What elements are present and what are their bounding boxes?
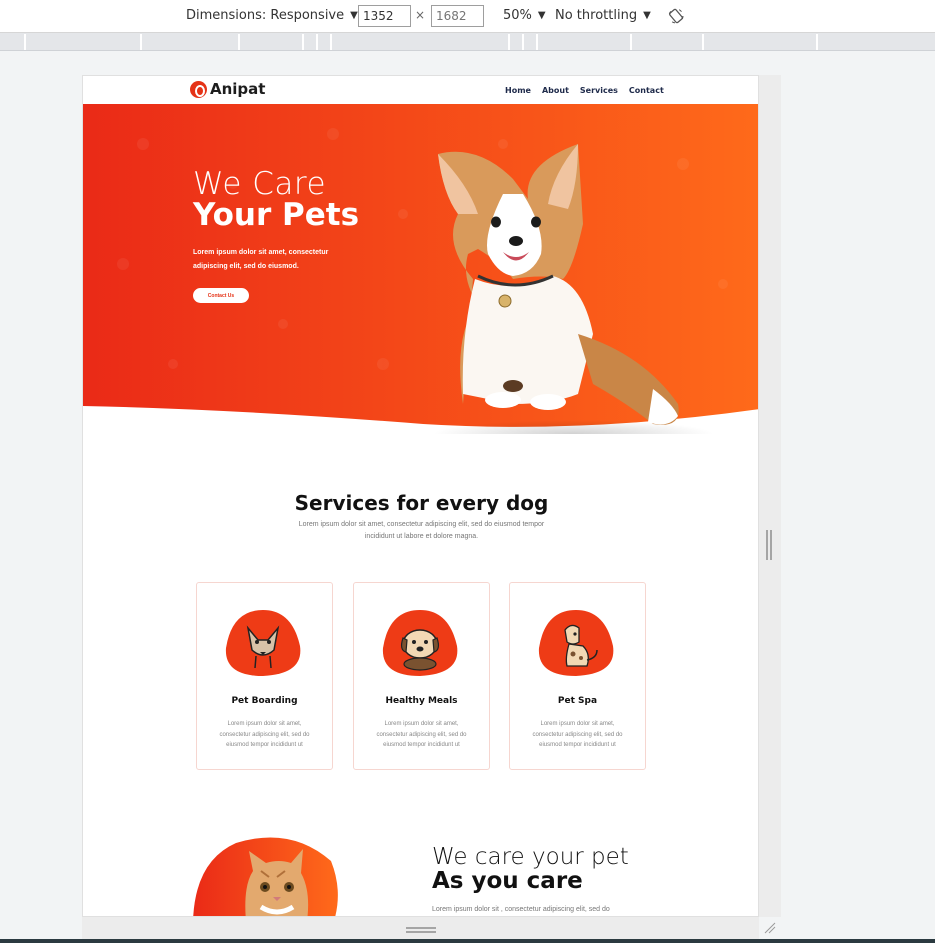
caret-down-icon: ▼: [537, 10, 546, 21]
zoom-dropdown[interactable]: 50% ▼: [503, 8, 546, 23]
spotted-dog-icon: [538, 610, 614, 676]
resize-grip-right[interactable]: [765, 530, 773, 560]
main-nav: Home About Services Contact: [505, 86, 664, 95]
hero-text: Lorem ipsum dolor sit amet, consectetur …: [193, 249, 329, 270]
height-input[interactable]: [431, 5, 484, 27]
care-title-line2: As you care: [432, 868, 583, 894]
services-title: Services for every dog: [294, 491, 549, 515]
emulated-viewport: Anipat Home About Services Contact We Ca…: [82, 75, 759, 917]
kitten-image: [193, 837, 338, 916]
width-input[interactable]: [358, 5, 411, 27]
puppy-icon: [382, 610, 458, 676]
devtools-toolbar: Dimensions: Responsive ▼ × 50% ▼ No thro…: [0, 0, 935, 33]
nav-about[interactable]: About: [542, 86, 569, 95]
dimensions-dropdown[interactable]: Dimensions: Responsive ▼: [186, 8, 358, 23]
card-title: Pet Boarding: [231, 696, 298, 706]
site-logo[interactable]: Anipat: [190, 80, 265, 98]
card-text: Lorem ipsum dolor sit amet, consectetur …: [532, 721, 623, 748]
bottom-panel-edge: [0, 939, 935, 943]
hero-section: We Care Your Pets Lorem ipsum dolor sit …: [83, 104, 758, 434]
service-card-pet-spa[interactable]: Pet Spa Lorem ipsum dolor sit amet, cons…: [509, 582, 646, 770]
logo-icon: [190, 80, 207, 98]
throttling-label: No throttling: [555, 8, 638, 23]
card-text: Lorem ipsum dolor sit amet, consectetur …: [219, 721, 310, 748]
nav-home[interactable]: Home: [505, 86, 531, 95]
throttling-dropdown[interactable]: No throttling ▼: [555, 8, 651, 23]
services-subtitle: Lorem ipsum dolor sit amet, consectetur …: [298, 521, 545, 540]
chihuahua-icon: [225, 610, 301, 676]
hero-title-line2: Your Pets: [193, 197, 360, 233]
card-title: Healthy Meals: [385, 696, 458, 706]
resize-grip-bottom[interactable]: [406, 927, 436, 933]
service-card-pet-boarding[interactable]: Pet Boarding Lorem ipsum dolor sit amet,…: [196, 582, 333, 770]
nav-contact[interactable]: Contact: [629, 86, 664, 95]
caret-down-icon: ▼: [350, 10, 358, 21]
rotate-icon[interactable]: [668, 8, 684, 24]
site-header: Anipat Home About Services Contact: [83, 76, 758, 104]
caret-down-icon: ▼: [643, 10, 651, 21]
care-text: Lorem ipsum dolor sit , consectetur adip…: [432, 906, 610, 913]
contact-us-button[interactable]: Contact Us: [193, 288, 249, 303]
service-card-healthy-meals[interactable]: Healthy Meals Lorem ipsum dolor sit amet…: [353, 582, 490, 770]
device-stage: Anipat Home About Services Contact We Ca…: [0, 51, 935, 939]
nav-services[interactable]: Services: [580, 86, 618, 95]
resize-corner-icon[interactable]: [764, 922, 776, 934]
care-title-line1: We care your pet: [432, 844, 629, 870]
dimensions-label: Dimensions: Responsive: [186, 8, 345, 23]
hero-background: [83, 104, 758, 434]
resize-handle-right[interactable]: [759, 75, 781, 917]
breakpoint-ruler[interactable]: [0, 33, 935, 51]
card-text: Lorem ipsum dolor sit amet, consectetur …: [376, 721, 467, 748]
zoom-label: 50%: [503, 8, 532, 23]
brand-name: Anipat: [210, 80, 266, 98]
card-title: Pet Spa: [557, 696, 598, 706]
times-sign: ×: [415, 8, 426, 22]
